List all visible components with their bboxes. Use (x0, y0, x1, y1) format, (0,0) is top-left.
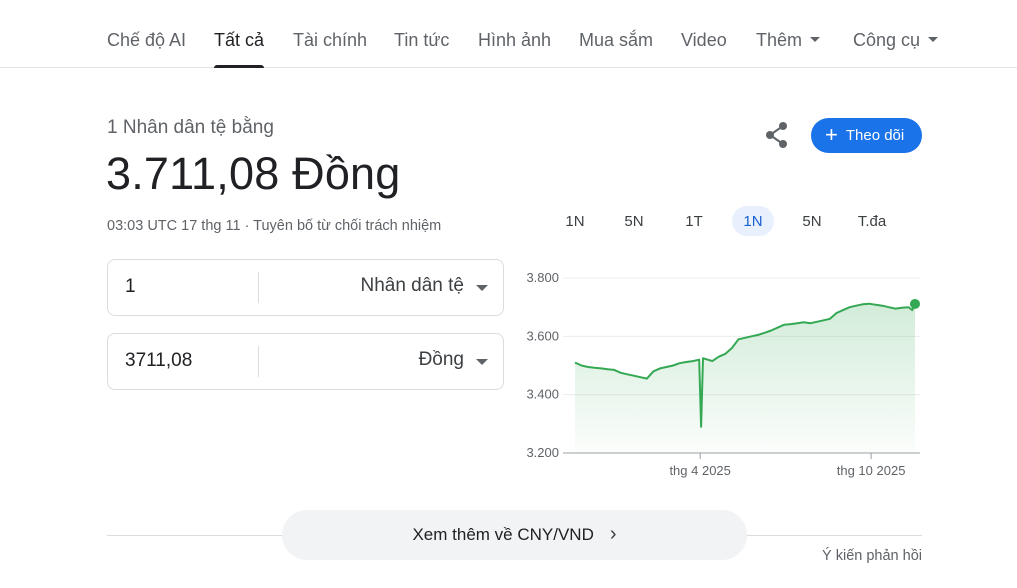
tab-label: Tất cả (214, 30, 265, 50)
range-max[interactable]: T.đa (850, 206, 894, 236)
tab-finance[interactable]: Tài chính (293, 30, 367, 68)
timestamp-disclaimer[interactable]: 03:03 UTC 17 thg 11 · Tuyên bố từ chối t… (107, 218, 441, 234)
range-5-days[interactable]: 5N (615, 206, 653, 236)
search-tabs-bar: Chế độ AI Tất cả Tài chính Tin tức Hình … (0, 0, 1017, 68)
x-tick-label: thg 10 2025 (837, 463, 906, 478)
divider (258, 346, 259, 377)
caret-down-icon (810, 36, 821, 42)
feedback-link[interactable]: Ý kiến phản hồi (822, 548, 922, 564)
range-label: T.đa (857, 212, 887, 230)
caret-down-icon[interactable] (476, 285, 488, 291)
y-tick-label: 3.600 (526, 328, 559, 343)
tab-tools[interactable]: Công cụ (853, 30, 939, 68)
range-label: 1N (565, 212, 585, 230)
tab-images[interactable]: Hình ảnh (478, 30, 551, 68)
tab-label: Tin tức (394, 30, 450, 50)
chart-area-fill (575, 303, 915, 453)
latest-point-marker (910, 298, 920, 309)
range-label: 1N (743, 212, 763, 230)
tab-shopping[interactable]: Mua sắm (579, 30, 653, 68)
exchange-rate-chart[interactable]: 3.800 3.600 3.400 3.200 thg 4 2025 thg 10 20… (515, 262, 925, 482)
y-tick-label: 3.200 (526, 445, 559, 460)
y-tick-label: 3.800 (526, 270, 559, 285)
share-icon (766, 122, 787, 148)
tab-all[interactable]: Tất cả (214, 30, 265, 68)
tab-video[interactable]: Video (681, 30, 727, 68)
plus-icon: + (825, 121, 838, 147)
range-1-day[interactable]: 1N (556, 206, 594, 236)
from-amount-input[interactable]: 1 (125, 276, 136, 298)
y-tick-label: 3.400 (526, 387, 559, 402)
range-label: 5N (802, 212, 822, 230)
converter-to: 3711,08 Đồng (107, 333, 504, 390)
tab-more[interactable]: Thêm (756, 30, 821, 68)
chart-points (910, 298, 920, 309)
to-currency-select[interactable]: Đồng (419, 349, 464, 371)
tab-label: Video (681, 30, 727, 50)
range-label: 5N (624, 212, 644, 230)
follow-button[interactable]: + Theo dõi (811, 118, 922, 153)
from-currency-select[interactable]: Nhân dân tệ (360, 275, 464, 297)
x-tick-label: thg 4 2025 (669, 463, 730, 478)
see-more-button[interactable]: Xem thêm về CNY/VND › (282, 510, 747, 560)
tab-label: Mua sắm (579, 30, 654, 50)
range-5-years[interactable]: 5N (793, 206, 831, 236)
range-1-month[interactable]: 1T (675, 206, 713, 236)
share-button[interactable] (760, 118, 794, 152)
divider (258, 272, 259, 303)
chart-y-axis: 3.800 3.600 3.400 3.200 (526, 270, 559, 460)
tab-news[interactable]: Tin tức (394, 30, 449, 68)
conversion-subtitle: 1 Nhân dân tệ bằng (107, 117, 274, 138)
see-more-label: Xem thêm về CNY/VND (412, 525, 594, 544)
chevron-right-icon: › (609, 522, 617, 545)
tab-label: Công cụ (853, 30, 921, 50)
range-label: 1T (685, 212, 703, 230)
follow-label: Theo dõi (845, 127, 905, 144)
tab-label: Tài chính (293, 30, 368, 50)
chart-x-axis: thg 4 2025 thg 10 2025 (669, 453, 905, 478)
converter-from: 1 Nhân dân tệ (107, 259, 504, 316)
tab-ai-mode[interactable]: Chế độ AI (107, 30, 186, 68)
caret-down-icon[interactable] (476, 359, 488, 365)
conversion-result: 3.711,08 Đồng (106, 148, 401, 199)
to-amount-input[interactable]: 3711,08 (125, 350, 192, 372)
tab-label: Chế độ AI (107, 30, 187, 50)
range-1-year[interactable]: 1N (732, 206, 774, 236)
tab-label: Hình ảnh (478, 30, 552, 50)
tab-label: Thêm (756, 30, 803, 50)
caret-down-icon (928, 36, 939, 42)
